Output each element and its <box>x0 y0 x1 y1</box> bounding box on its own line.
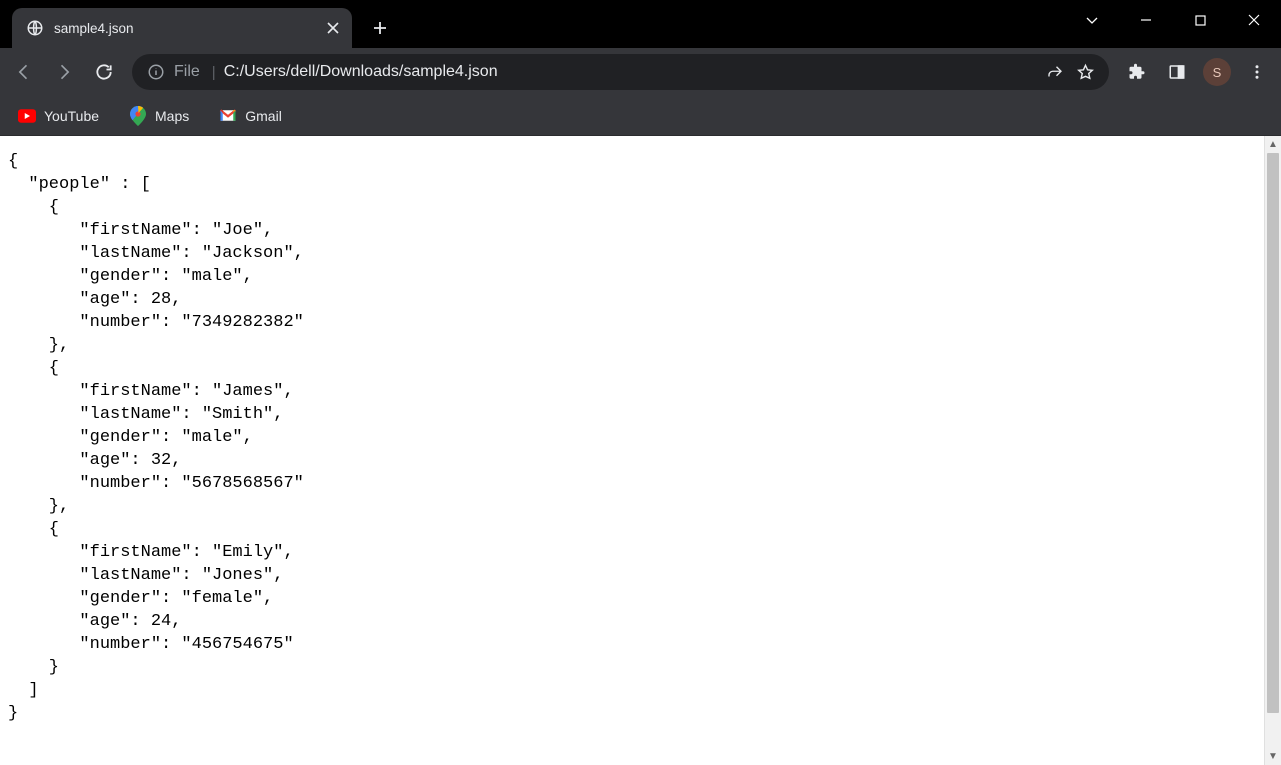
youtube-icon <box>18 107 36 125</box>
titlebar: sample4.json <box>0 0 1281 48</box>
minimize-button[interactable] <box>1119 0 1173 40</box>
tab-close-button[interactable] <box>324 19 342 37</box>
scroll-down-arrow[interactable]: ▼ <box>1265 748 1281 765</box>
new-tab-button[interactable] <box>366 14 394 42</box>
bookmark-star-icon[interactable] <box>1076 63 1095 82</box>
menu-button[interactable] <box>1239 54 1275 90</box>
bookmark-maps[interactable]: Maps <box>123 103 195 129</box>
browser-tab[interactable]: sample4.json <box>12 8 352 48</box>
json-content: { "people" : [ { "firstName": "Joe", "la… <box>0 136 1264 765</box>
extensions-button[interactable] <box>1119 54 1155 90</box>
viewport: { "people" : [ { "firstName": "Joe", "la… <box>0 136 1281 765</box>
bookmark-youtube[interactable]: YouTube <box>12 103 105 129</box>
bookmark-label: YouTube <box>44 108 99 124</box>
back-button[interactable] <box>6 54 42 90</box>
address-bar[interactable]: File | C:/Users/dell/Downloads/sample4.j… <box>132 54 1109 90</box>
gmail-icon <box>219 107 237 125</box>
toolbar: File | C:/Users/dell/Downloads/sample4.j… <box>0 48 1281 96</box>
bookmark-label: Maps <box>155 108 189 124</box>
chevron-down-icon[interactable] <box>1065 0 1119 40</box>
url-text: C:/Users/dell/Downloads/sample4.json <box>224 63 1046 81</box>
sidepanel-button[interactable] <box>1159 54 1195 90</box>
url-separator: | <box>212 64 216 81</box>
url-scheme: File <box>174 63 200 81</box>
bookmark-gmail[interactable]: Gmail <box>213 103 288 129</box>
avatar-initial: S <box>1213 65 1222 80</box>
vertical-scrollbar[interactable]: ▲ ▼ <box>1264 136 1281 765</box>
info-icon[interactable] <box>146 62 166 82</box>
share-icon[interactable] <box>1046 63 1064 81</box>
reload-button[interactable] <box>86 54 122 90</box>
window-controls <box>1065 0 1281 40</box>
maximize-button[interactable] <box>1173 0 1227 40</box>
bookmark-label: Gmail <box>245 108 282 124</box>
maps-icon <box>129 107 147 125</box>
close-window-button[interactable] <box>1227 0 1281 40</box>
profile-avatar[interactable]: S <box>1203 58 1231 86</box>
forward-button[interactable] <box>46 54 82 90</box>
scrollbar-thumb[interactable] <box>1267 153 1279 713</box>
bookmarks-bar: YouTube Maps Gmail <box>0 96 1281 136</box>
globe-icon <box>26 19 44 37</box>
scroll-up-arrow[interactable]: ▲ <box>1265 136 1281 153</box>
tab-title: sample4.json <box>54 21 324 36</box>
